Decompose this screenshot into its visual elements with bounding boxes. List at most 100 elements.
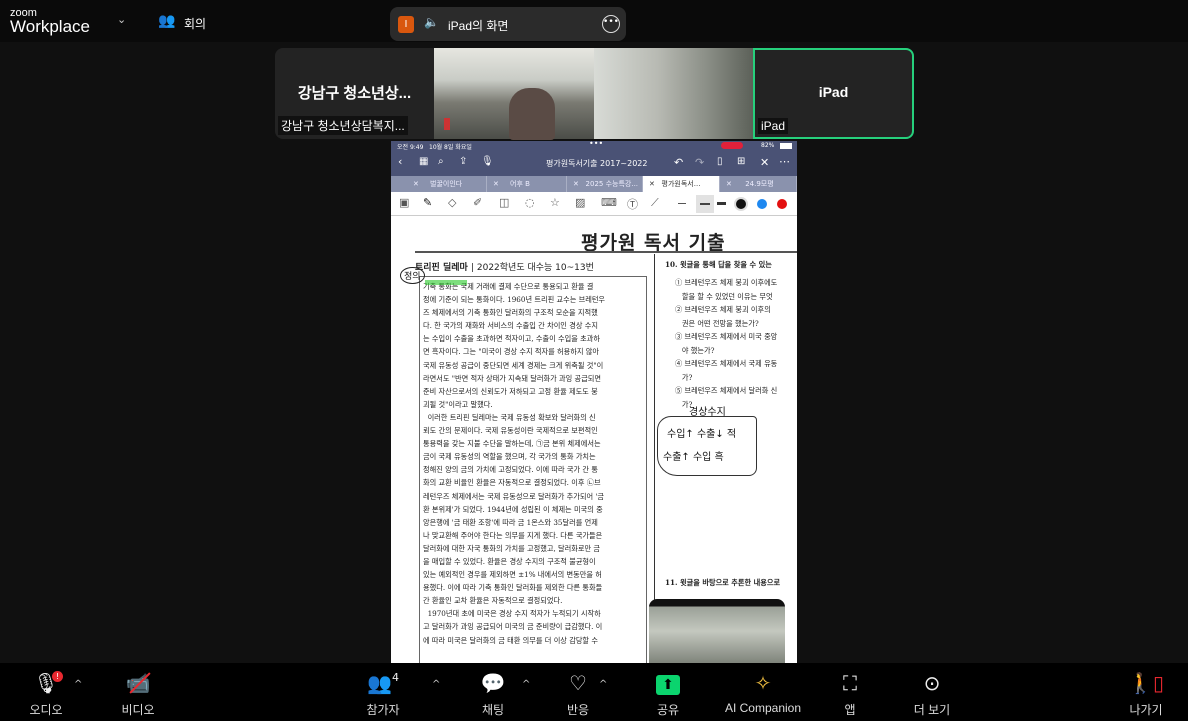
answer-choice-line: ② 브레턴우즈 체제 붕괴 이후의 xyxy=(675,305,771,314)
color-black[interactable] xyxy=(736,199,746,209)
laser-icon[interactable]: ⟋ xyxy=(651,196,659,210)
chat-button[interactable]: 💬 채팅 xyxy=(453,663,533,721)
tab[interactable]: ✕ 벌꿀이인다 xyxy=(407,176,487,192)
passage-line: 정에 기준이 되는 통화이다. 1960년 트리핀 교수는 브레턴우 xyxy=(423,295,606,305)
reactions-options-caret[interactable]: ^ xyxy=(599,679,607,690)
more-icon: ⊙ xyxy=(923,671,941,695)
tab[interactable]: ✕ 2025 수능특강... xyxy=(567,176,643,192)
passage-line: 통용력을 갖는 지불 수단을 말하는데, ㉠금 본위 체제에서는 xyxy=(423,439,601,449)
answer-choice-line: 권은 어떤 전망을 했는가? xyxy=(675,318,759,328)
meeting-label[interactable]: 회의 xyxy=(184,15,206,32)
color-red[interactable] xyxy=(777,199,787,209)
lasso-icon[interactable]: ◌ xyxy=(525,196,535,209)
redo-icon[interactable]: ↷ xyxy=(695,156,704,169)
highlighter-icon[interactable]: ✐ xyxy=(473,196,482,209)
more-button[interactable]: ⊙ 더 보기 xyxy=(892,663,972,721)
passage-line: 준비 자산으로서의 신뢰도가 저하되고 고정 환율 제도도 붕 xyxy=(423,386,598,396)
share-icon: ⬆ xyxy=(656,675,680,695)
share-icon[interactable]: ⇪ xyxy=(459,156,467,167)
text-icon[interactable]: Ⓣ xyxy=(627,196,638,212)
leave-button[interactable]: 🚶▯ 나가기 xyxy=(1106,663,1186,721)
participant-video-tile[interactable] xyxy=(434,48,594,140)
screen-share-indicator[interactable]: I 🔈 iPad의 화면 ••• xyxy=(390,7,626,41)
apps-button[interactable]: ⛶ 앱 xyxy=(810,663,890,721)
passage-line: 을 매입할 수 있었다. 환율은 경상 수지의 구조적 불균형이 xyxy=(423,556,596,566)
speaker-icon: 🔈 xyxy=(424,15,439,29)
tab[interactable]: ✕ 어후 B xyxy=(487,176,567,192)
chat-options-caret[interactable]: ^ xyxy=(522,679,530,690)
document-title[interactable]: 평가원독서기출 2017~2022 xyxy=(546,158,647,169)
answer-choice-line: 야 했는가? xyxy=(675,345,715,355)
passage-line: 정해진 양의 금의 가치에 고정되었다. 이에 따라 국가 간 통 xyxy=(423,465,598,475)
sparkle-icon: ✧ xyxy=(754,671,772,695)
participant-tile-ipad[interactable]: iPad iPad xyxy=(753,48,914,139)
video-button[interactable]: 📹 비디오 xyxy=(98,663,178,721)
add-page-icon[interactable]: ⊞ xyxy=(737,156,745,167)
video-label: 비디오 xyxy=(121,703,155,717)
ai-companion-button[interactable]: ✧ AI Companion xyxy=(714,663,812,721)
participant-video-tile[interactable] xyxy=(594,48,753,139)
participants-button[interactable]: 👥4 참가자 xyxy=(343,663,423,721)
tab[interactable]: ✕ 24.9모평 xyxy=(720,176,797,192)
more-options-icon[interactable]: ••• xyxy=(602,15,620,33)
color-blue[interactable] xyxy=(757,199,767,209)
passage-line: 면 흑자이다. 그는 "미국이 경상 수지 적자를 허용하지 않아 xyxy=(423,347,599,357)
answer-choice-line: ① 브레턴우즈 체제 붕괴 이후에도 xyxy=(675,278,778,287)
medium-stroke-line xyxy=(700,203,710,205)
thick-stroke-option[interactable] xyxy=(717,202,726,205)
grid-icon[interactable]: ▦ xyxy=(419,156,428,167)
tab-label: 평가원독서... xyxy=(661,180,701,188)
participant-tile[interactable]: 강남구 청소년상... 강남구 청소년상담복지... xyxy=(275,48,434,139)
shapes-icon[interactable]: ◫ xyxy=(499,196,509,209)
status-date: 10월 8일 화요일 xyxy=(429,144,472,151)
chat-icon: 💬 xyxy=(480,671,506,695)
battery-icon xyxy=(780,143,792,149)
document-page[interactable]: 평가원 독서 기출 트리핀 딜레마 | 2022학년도 대수능 10~13번 기… xyxy=(391,216,797,663)
mic-icon[interactable]: 🎙 xyxy=(481,156,494,167)
green-highlight xyxy=(425,280,467,285)
share-button[interactable]: ⬆ 공유 xyxy=(628,663,708,721)
passage-line: 금이 국제 유동성의 역할을 했으며, 각 국가의 통화 가치는 xyxy=(423,452,596,462)
search-icon[interactable]: ⌕ xyxy=(438,156,444,167)
share-label: 공유 xyxy=(656,703,680,717)
participants-icon: 👥4 xyxy=(367,671,399,695)
chevron-down-icon[interactable]: ⌄ xyxy=(117,13,126,26)
battery-level: 82% xyxy=(761,142,775,149)
video-off-icon: 📹 xyxy=(98,671,178,695)
participants-options-caret[interactable]: ^ xyxy=(432,679,440,690)
self-view-video[interactable] xyxy=(649,599,785,663)
question-11: 11. 윗글을 바탕으로 추론한 내용으로 xyxy=(665,578,781,587)
participant-count: 4 xyxy=(391,671,399,684)
passage-line: 있는 예외적인 경우를 제외하면 ±1% 내에서의 변동만을 허 xyxy=(423,570,602,580)
keyboard-icon[interactable]: ⌨ xyxy=(601,196,617,209)
eraser-icon[interactable]: ◇ xyxy=(448,196,456,209)
undo-icon[interactable]: ↶ xyxy=(674,156,683,169)
sticker-icon[interactable]: ☆ xyxy=(550,196,560,209)
audio-button[interactable]: 🎙 ! 오디오 xyxy=(6,663,86,721)
thin-stroke-option[interactable] xyxy=(678,203,686,204)
tab-label: 벌꿀이인다 xyxy=(430,180,463,188)
apps-icon: ⛶ xyxy=(843,671,857,695)
shared-screen[interactable]: 오전 9:49 10월 8일 화요일 ••• 82% ‹ ▦ ⌕ ⇪ 🎙 평가원… xyxy=(391,141,797,663)
apps-label: 앱 xyxy=(844,703,856,717)
passage-line: 고 달러화가 과잉 공급되어 미국의 금 준비량이 급감했다. 이 xyxy=(423,622,603,632)
participant-name-label: iPad xyxy=(758,118,789,134)
passage-line: 화의 교환 비율인 환율은 자동적으로 결정되었다. 이후 ㉡브 xyxy=(423,478,601,488)
participant-display-name: iPad xyxy=(818,84,849,100)
reactions-button[interactable]: ♡ 반응 xyxy=(538,663,618,721)
more-icon[interactable]: ⋯ xyxy=(779,155,790,168)
audio-options-caret[interactable]: ^ xyxy=(74,679,82,690)
bookmark-icon[interactable]: ▯ xyxy=(717,156,723,167)
question-10: 10. 윗글을 통해 답을 찾을 수 있는 xyxy=(665,260,772,269)
handwritten-note-line: 수입↑ 수출↓ 적 xyxy=(667,429,737,440)
meeting-people-icon[interactable]: 👥 xyxy=(158,13,175,29)
back-icon[interactable]: ‹ xyxy=(398,155,402,168)
image-icon[interactable]: ▨ xyxy=(575,196,585,209)
close-icon[interactable]: ✕ xyxy=(760,156,769,169)
passage-line: 환 본위제'가 되었다. 1944년에 성립된 이 체제는 미국의 중 xyxy=(423,504,603,514)
pen-icon[interactable]: ✎ xyxy=(423,196,432,209)
warning-badge: ! xyxy=(52,671,63,682)
tab-active[interactable]: ✕ 평가원독서... xyxy=(643,176,720,192)
image-mode-icon[interactable]: ▣ xyxy=(399,196,409,209)
document-tabs: ✕ 벌꿀이인다 ✕ 어후 B ✕ 2025 수능특강... ✕ 평가원독서...… xyxy=(391,176,797,192)
